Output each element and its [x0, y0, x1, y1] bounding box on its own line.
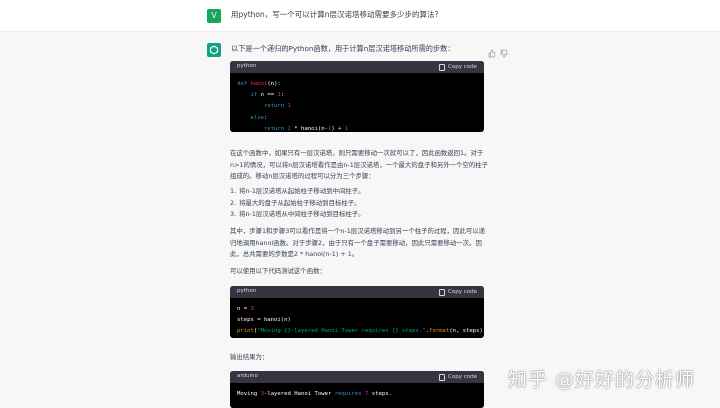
code-line: print("Moving {}-layered Hanoi Tower req… — [237, 328, 484, 335]
copy-code-label: Copy code — [448, 64, 477, 70]
code-line: Moving 3-layered Hanoi Tower requires 7 … — [237, 391, 392, 397]
code-block-hanoi-function: python Copy code def hanoi(n): if n == 1… — [230, 61, 484, 132]
code-content: n = 3 steps = hanoi(n) print("Moving {}-… — [230, 298, 484, 338]
user-message-row: V 用python，写一个可以计算n层汉诺塔移动需要多少步的算法? — [0, 0, 720, 32]
output-intro-paragraph: 输出结果为： — [230, 353, 269, 361]
step-text: 将最大的盘子从起始柱子移动到目标柱子。 — [239, 198, 361, 207]
explanation-paragraph: 在这个函数中，如果只有一层汉诺塔，则只需要移动一次就可以了，因此函数返回1。对于… — [230, 149, 489, 181]
code-content: Moving 3-layered Hanoi Tower requires 7 … — [230, 383, 484, 406]
user-avatar: V — [207, 9, 221, 23]
code-block-header: python Copy code — [230, 286, 484, 298]
copy-code-button[interactable]: Copy code — [439, 372, 477, 382]
code-language-label: python — [237, 288, 257, 294]
copy-code-label: Copy code — [448, 374, 477, 380]
zhihu-watermark: 知乎 @好好的分析师 — [508, 369, 696, 391]
code-line: return 1 — [263, 103, 291, 110]
copy-code-label: Copy code — [448, 289, 477, 295]
clipboard-icon — [439, 63, 446, 71]
test-intro-paragraph: 可以使用以下代码测试这个函数： — [230, 267, 326, 275]
code-language-label: python — [237, 63, 257, 69]
step-number: 1. — [230, 187, 237, 195]
code-block-test: python Copy code n = 3 steps = hanoi(n) … — [230, 286, 484, 338]
thumbs-down-icon[interactable] — [500, 43, 508, 58]
clipboard-icon — [439, 288, 446, 296]
list-item: 2. 将最大的盘子从起始柱子移动到目标柱子。 — [230, 198, 488, 210]
recursion-paragraph: 其中，步骤1和步骤3可以看作是将一个n-1层汉诺塔移动到另一个柱子的过程，因此可… — [230, 227, 486, 259]
clipboard-icon — [439, 373, 446, 381]
code-block-output: arduino Copy code Moving 3-layered Hanoi… — [230, 371, 484, 408]
code-content: def hanoi(n): if n == 1: return 1 else: … — [230, 73, 484, 132]
code-line: steps = hanoi(n) — [237, 317, 291, 324]
step-text: 将n-1层汉诺塔从中间柱子移动到目标柱子。 — [239, 210, 365, 219]
list-item: 3. 将n-1层汉诺塔从中间柱子移动到目标柱子。 — [230, 209, 488, 221]
code-line: return 2 * hanoi(n-1) + 1 — [263, 125, 349, 132]
step-number: 2. — [230, 198, 237, 207]
copy-code-button[interactable]: Copy code — [439, 287, 477, 297]
assistant-message-row: 以下是一个递归的Python函数，用于计算n层汉诺塔移动所需的步数： pytho… — [0, 32, 720, 408]
thumbs-up-icon[interactable] — [488, 43, 496, 58]
code-line: else: — [250, 114, 268, 121]
code-line: def hanoi(n): — [237, 81, 281, 87]
step-text: 将n-1层汉诺塔从起始柱子移动到中间柱子。 — [239, 187, 365, 195]
code-language-label: arduino — [237, 373, 258, 379]
assistant-intro-text: 以下是一个递归的Python函数，用于计算n层汉诺塔移动所需的步数： — [231, 44, 455, 53]
code-block-header: python Copy code — [230, 61, 484, 73]
user-message-text: 用python，写一个可以计算n层汉诺塔移动需要多少步的算法? — [231, 10, 439, 19]
list-item: 1. 将n-1层汉诺塔从起始柱子移动到中间柱子。 — [230, 186, 488, 198]
feedback-buttons — [488, 43, 510, 58]
code-line: n = 3 — [237, 306, 254, 312]
code-block-header: arduino Copy code — [230, 371, 484, 383]
step-number: 3. — [230, 210, 237, 219]
chatgpt-logo-icon — [207, 43, 221, 57]
code-line: if n == 1: — [250, 92, 285, 99]
copy-code-button[interactable]: Copy code — [439, 62, 477, 72]
steps-list: 1. 将n-1层汉诺塔从起始柱子移动到中间柱子。 2. 将最大的盘子从起始柱子移动到… — [230, 186, 488, 221]
